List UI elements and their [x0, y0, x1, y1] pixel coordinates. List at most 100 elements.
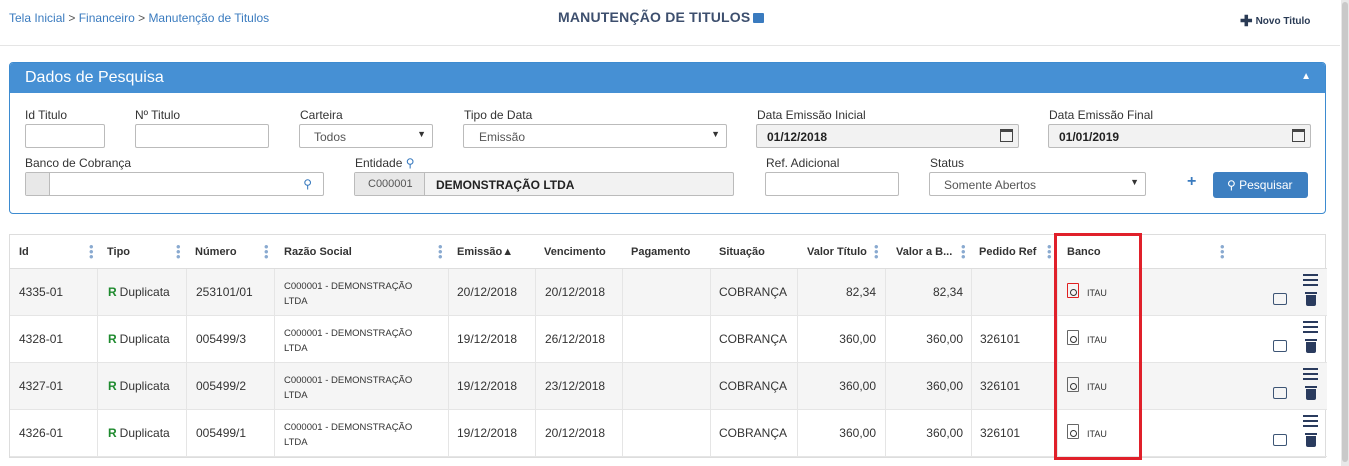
cell-razao: C000001 - DEMONSTRAÇÃO LTDA [284, 279, 412, 309]
banco-addon [26, 173, 50, 195]
entidade-code: C000001 [355, 173, 425, 195]
column-menu-icon[interactable]: • • • [1220, 240, 1225, 263]
entidade-name: DEMONSTRAÇÃO LTDA [436, 178, 575, 192]
column-header-razao[interactable]: Razão Social [284, 246, 352, 258]
breadcrumb-current-link[interactable]: Manutenção de Titulos [148, 11, 269, 25]
entidade-input[interactable]: C000001 DEMONSTRAÇÃO LTDA [354, 172, 734, 196]
cell-numero: 253101/01 [196, 285, 253, 299]
trash-icon[interactable] [1305, 433, 1317, 447]
banco-input[interactable]: ⚲ [25, 172, 324, 196]
column-menu-icon[interactable]: • • • [961, 240, 966, 263]
razao-line1: C000001 - DEMONSTRAÇÃO [284, 422, 413, 433]
column-menu-icon[interactable]: • • • [264, 240, 269, 263]
razao-line2: LTDA [284, 437, 308, 448]
cell-valor: 360,00 [839, 332, 876, 346]
breadcrumb-home-link[interactable]: Tela Inicial [9, 11, 65, 25]
new-title-button[interactable]: ✚ Novo Titulo [1240, 12, 1310, 30]
search-icon[interactable]: ⚲ [406, 156, 415, 170]
cell-vencimento: 20/12/2018 [545, 426, 606, 440]
column-header-situacao[interactable]: Situação [719, 246, 765, 258]
edit-icon[interactable] [1273, 340, 1287, 352]
divider [622, 410, 623, 457]
row-menu-icon[interactable] [1303, 415, 1318, 430]
divider [97, 363, 98, 410]
trash-icon[interactable] [1305, 386, 1317, 400]
edit-icon[interactable] [1273, 434, 1287, 446]
column-menu-icon[interactable]: • • • [874, 240, 879, 263]
cell-id: 4327-01 [19, 379, 64, 393]
add-filter-icon[interactable]: + [1187, 173, 1196, 191]
edit-icon[interactable] [1273, 387, 1287, 399]
dropdown-arrow-icon: ▼ [1130, 177, 1139, 187]
edit-icon[interactable] [1273, 293, 1287, 305]
column-menu-icon[interactable]: • • • [438, 240, 443, 263]
scrollbar-thumb[interactable] [1342, 2, 1348, 462]
collapse-caret-icon[interactable]: ▲ [1301, 71, 1311, 82]
data-inicial-value: 01/12/2018 [767, 130, 828, 144]
n-titulo-input[interactable] [135, 124, 269, 148]
column-header-valor[interactable]: Valor Título [807, 246, 867, 258]
status-select[interactable]: Somente Abertos ▼ [929, 172, 1146, 196]
tipo-text: Duplicata [119, 426, 170, 440]
breadcrumb-financeiro-link[interactable]: Financeiro [79, 11, 135, 25]
search-icon[interactable]: ⚲ [303, 177, 312, 191]
divider [971, 316, 972, 363]
divider [274, 410, 275, 457]
ref-adicional-input[interactable] [765, 172, 899, 196]
divider [97, 410, 98, 457]
data-final-input[interactable]: 01/01/2019 [1048, 124, 1311, 148]
breadcrumb: Tela Inicial > Financeiro > Manutenção d… [9, 11, 269, 25]
column-menu-icon[interactable]: • • • [176, 240, 181, 263]
cell-valor-b: 360,00 [926, 379, 963, 393]
page-title-text: MANUTENÇÃO DE TITULOS [558, 9, 751, 25]
row-menu-icon[interactable] [1303, 368, 1318, 383]
column-header-pagamento[interactable]: Pagamento [631, 246, 690, 258]
divider [186, 363, 187, 410]
cell-situacao: COBRANÇA [719, 426, 788, 440]
column-header-vencimento[interactable]: Vencimento [544, 246, 606, 258]
cell-numero: 005499/3 [196, 332, 247, 346]
divider [274, 363, 275, 410]
column-header-numero[interactable]: Número [195, 246, 237, 258]
dropdown-arrow-icon: ▼ [711, 129, 720, 139]
row-menu-icon[interactable] [1303, 321, 1318, 336]
column-header-valor-b[interactable]: Valor a B... [896, 246, 952, 258]
cell-tipo: R Duplicata [108, 379, 170, 393]
column-menu-icon[interactable]: • • • [89, 240, 94, 263]
search-panel: Dados de Pesquisa ▲ Id Titulo Nº Titulo C… [9, 62, 1326, 214]
data-final-label: Data Emissão Final [1049, 108, 1154, 122]
divider [535, 316, 536, 363]
tipo-text: Duplicata [119, 332, 170, 346]
column-header-emissao[interactable]: Emissão▲ [457, 246, 513, 258]
column-header-tipo[interactable]: Tipo [107, 246, 130, 258]
tipo-data-select[interactable]: Emissão ▼ [463, 124, 727, 148]
calendar-icon[interactable] [1000, 129, 1013, 142]
carteira-label: Carteira [300, 108, 343, 122]
razao-line2: LTDA [284, 390, 308, 401]
razao-line1: C000001 - DEMONSTRAÇÃO [284, 281, 413, 292]
row-menu-icon[interactable] [1303, 274, 1318, 289]
trash-icon[interactable] [1305, 292, 1317, 306]
tipo-data-label: Tipo de Data [464, 108, 533, 122]
data-inicial-input[interactable]: 01/12/2018 [756, 124, 1019, 148]
divider [885, 410, 886, 457]
cell-razao: C000001 - DEMONSTRAÇÃO LTDA [284, 326, 412, 356]
search-panel-header[interactable]: Dados de Pesquisa ▲ [10, 63, 1325, 93]
search-button[interactable]: ⚲ Pesquisar [1213, 172, 1308, 198]
id-titulo-input[interactable] [25, 124, 105, 148]
carteira-select[interactable]: Todos ▼ [299, 124, 433, 148]
tipo-data-value: Emissão [479, 130, 526, 144]
calendar-icon[interactable] [1292, 129, 1305, 142]
trash-icon[interactable] [1305, 339, 1317, 353]
divider [186, 269, 187, 316]
divider [535, 269, 536, 316]
column-header-pedido[interactable]: Pedido Ref [979, 246, 1036, 258]
cell-emissao: 19/12/2018 [457, 332, 518, 346]
divider [885, 269, 886, 316]
ref-adicional-label: Ref. Adicional [766, 156, 840, 170]
column-header-id[interactable]: Id [19, 246, 29, 258]
page-scrollbar[interactable] [1341, 0, 1349, 466]
column-menu-icon[interactable]: • • • [1047, 240, 1052, 263]
cell-numero: 005499/1 [196, 426, 247, 440]
divider [710, 269, 711, 316]
